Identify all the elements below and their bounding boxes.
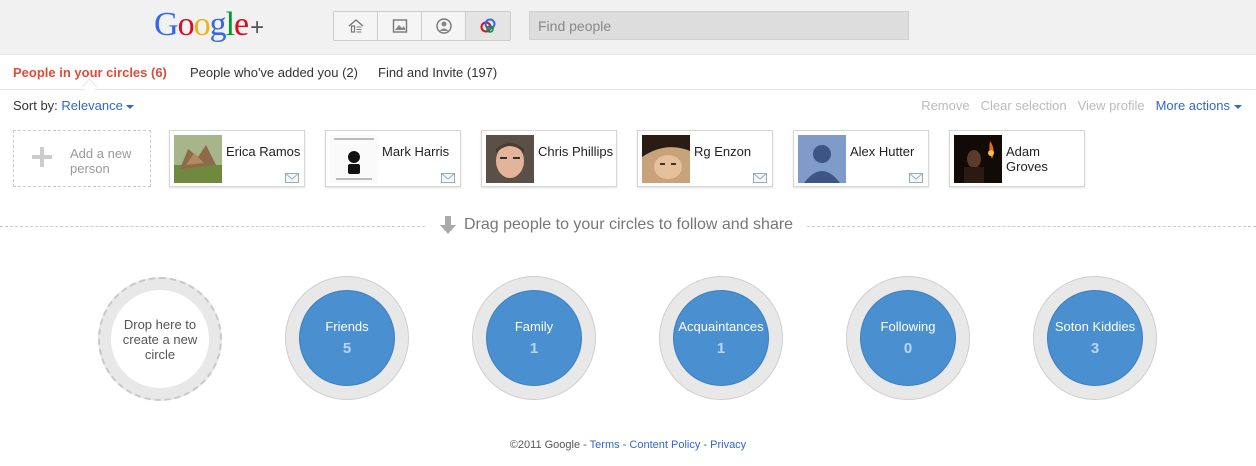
circle-friends[interactable]: Friends 5 — [285, 276, 409, 400]
avatar — [798, 135, 846, 183]
person-card[interactable]: Chris Phillips — [481, 130, 617, 187]
terms-link[interactable]: Terms — [590, 439, 620, 451]
profile-icon — [435, 18, 452, 34]
copyright: ©2011 Google — [509, 439, 581, 451]
circle-inner: Soton Kiddies 3 — [1047, 290, 1143, 386]
circle-name: Family — [514, 319, 554, 334]
circles-icon — [480, 18, 496, 33]
arrow-down-icon — [440, 216, 456, 234]
mail-icon — [285, 173, 299, 183]
circle-inner: Friends 5 — [299, 290, 395, 386]
top-bar: Google+ — [0, 0, 1256, 55]
avatar — [954, 135, 1002, 183]
sort-dropdown[interactable]: Relevance — [61, 98, 134, 113]
person-card[interactable]: Erica Ramos — [169, 130, 305, 187]
circle-name: Following — [880, 319, 936, 334]
circle-family[interactable]: Family 1 — [472, 276, 596, 400]
circle-soton-kiddies[interactable]: Soton Kiddies 3 — [1033, 276, 1157, 400]
divider-left — [0, 226, 425, 227]
chevron-down-icon — [1234, 104, 1242, 109]
dropzone-inner: Drop here to create a new circle — [111, 290, 209, 388]
drag-hint: Drag people to your circles to follow an… — [440, 216, 793, 234]
circle-name: Friends — [325, 319, 369, 334]
circle-name: Acquaintances — [678, 319, 764, 334]
mail-icon — [441, 173, 455, 183]
clear-selection-button[interactable]: Clear selection — [981, 98, 1067, 113]
circle-inner: Acquaintances 1 — [673, 290, 769, 386]
circle-count: 1 — [529, 340, 539, 357]
photos-icon — [392, 19, 407, 33]
home-button[interactable] — [334, 12, 378, 40]
person-card[interactable]: Alex Hutter — [793, 130, 929, 187]
plus-icon — [32, 147, 52, 167]
add-person-label: Add a new person — [70, 146, 132, 176]
avatar — [330, 135, 378, 183]
add-person-card[interactable]: Add a new person — [13, 130, 151, 187]
circle-count: 0 — [903, 340, 913, 357]
view-profile-button[interactable]: View profile — [1078, 98, 1145, 113]
more-actions-label: More actions — [1155, 98, 1230, 113]
drag-hint-text: Drag people to your circles to follow an… — [464, 216, 794, 233]
circle-acquaintances[interactable]: Acquaintances 1 — [659, 276, 783, 400]
tab-people-in-circles[interactable]: People in your circles (6) — [13, 65, 167, 80]
person-name: Chris Phillips — [538, 144, 614, 159]
google-plus-logo[interactable]: Google+ — [154, 6, 264, 44]
privacy-link[interactable]: Privacy — [710, 439, 746, 451]
sort-value: Relevance — [61, 98, 123, 113]
active-tab-caret — [81, 78, 98, 95]
nav-buttons — [333, 11, 511, 41]
footer: ©2011 Google - Terms - Content Policy - … — [509, 439, 747, 451]
create-circle-dropzone[interactable]: Drop here to create a new circle — [98, 277, 222, 401]
person-name: Erica Ramos — [226, 144, 301, 159]
circle-count: 3 — [1090, 340, 1100, 357]
sort-row: Sort by: Relevance — [13, 98, 134, 113]
dropzone-label: Drop here to create a new circle — [122, 316, 198, 362]
avatar — [486, 135, 534, 183]
mail-icon — [753, 173, 767, 183]
circle-inner: Following 0 — [860, 290, 956, 386]
circle-count: 5 — [342, 340, 352, 357]
person-name: Mark Harris — [382, 144, 450, 159]
chevron-down-icon — [125, 104, 134, 109]
person-card[interactable]: Adam Groves — [949, 130, 1085, 187]
remove-button[interactable]: Remove — [921, 98, 969, 113]
mail-icon — [909, 173, 923, 183]
find-people-input[interactable] — [529, 11, 909, 40]
circles-button[interactable] — [466, 12, 510, 40]
circle-count: 1 — [716, 340, 726, 357]
circle-inner: Family 1 — [486, 290, 582, 386]
divider-right — [807, 226, 1256, 227]
sort-label: Sort by: — [13, 98, 58, 113]
avatar — [174, 135, 222, 183]
avatar — [642, 135, 690, 183]
person-card[interactable]: Rg Enzon — [637, 130, 773, 187]
profile-button[interactable] — [422, 12, 466, 40]
tab-find-and-invite[interactable]: Find and Invite (197) — [378, 65, 497, 80]
person-name: Rg Enzon — [694, 144, 752, 159]
person-card[interactable]: Mark Harris — [325, 130, 461, 187]
more-actions-button[interactable]: More actions — [1156, 98, 1242, 113]
action-bar: Remove Clear selection View profile More… — [921, 98, 1242, 113]
circle-name: Soton Kiddies — [1054, 319, 1136, 334]
people-tabs: People in your circles (6) People who've… — [0, 55, 1256, 95]
circle-following[interactable]: Following 0 — [846, 276, 970, 400]
photos-button[interactable] — [378, 12, 422, 40]
tab-people-who-added-you[interactable]: People who've added you (2) — [190, 65, 358, 80]
person-name: Alex Hutter — [850, 144, 915, 159]
home-icon — [348, 19, 363, 33]
person-name: Adam Groves — [1006, 144, 1048, 174]
logo-plus: + — [250, 14, 265, 41]
content-policy-link[interactable]: Content Policy — [629, 439, 700, 451]
